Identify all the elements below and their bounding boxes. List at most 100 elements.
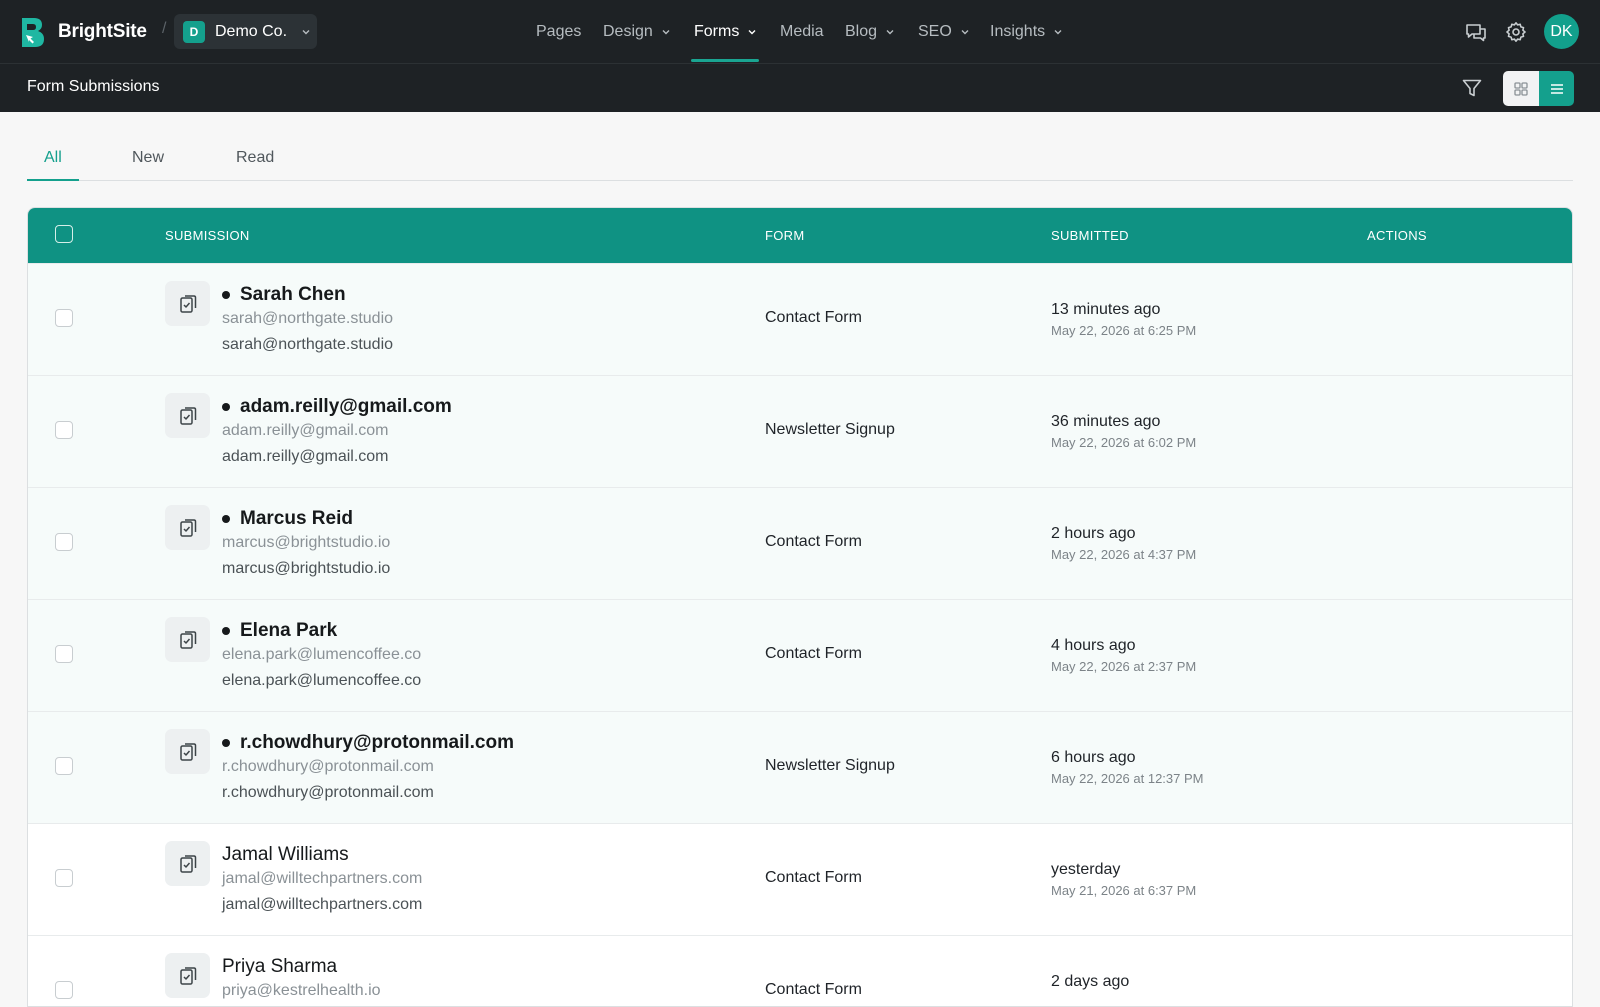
brand[interactable]: BrightSite: [20, 14, 147, 50]
form-submission-icon: [165, 729, 210, 774]
select-all-checkbox[interactable]: [55, 225, 73, 243]
row-checkbox[interactable]: [55, 869, 73, 887]
nav-item-label: Design: [603, 23, 653, 40]
chat-icon[interactable]: [1464, 20, 1488, 44]
form-submission-icon: [165, 617, 210, 662]
table-row[interactable]: Sarah Chen sarah@northgate.studio sarah@…: [28, 263, 1572, 375]
submitter-email-field: sarah@northgate.studio: [222, 336, 394, 353]
nav-item-label: Insights: [990, 23, 1046, 40]
nav-item-blog[interactable]: Blog: [845, 0, 895, 64]
grid-view-button[interactable]: [1503, 71, 1539, 106]
row-checkbox[interactable]: [55, 645, 73, 663]
submitted-date: May 22, 2026 at 12:37 PM: [1051, 771, 1204, 786]
row-checkbox[interactable]: [55, 309, 73, 327]
submitter-name: Priya Sharma: [222, 956, 338, 977]
table-row[interactable]: Marcus Reid marcus@brightstudio.io marcu…: [28, 487, 1572, 599]
table-row[interactable]: Priya Sharma priya@kestrelhealth.io Cont…: [28, 935, 1572, 1006]
submissions-table: SUBMISSION FORM SUBMITTED ACTIONS Sarah …: [27, 207, 1573, 1007]
form-submission-icon: [165, 953, 210, 998]
submitter-email-field: r.chowdhury@protonmail.com: [222, 784, 434, 801]
grid-icon: [1514, 81, 1528, 96]
form-submission-icon: [165, 281, 210, 326]
view-toggle: [1503, 71, 1574, 106]
top-navigation-bar: BrightSite / D Demo Co. Pages Design For…: [0, 0, 1600, 64]
table-row[interactable]: r.chowdhury@protonmail.com r.chowdhury@p…: [28, 711, 1572, 823]
chevron-down-icon: [1054, 30, 1062, 35]
submitted-relative-time: 6 hours ago: [1051, 749, 1136, 766]
submitted-relative-time: 4 hours ago: [1051, 637, 1136, 654]
gear-icon[interactable]: [1504, 20, 1528, 44]
chevron-down-icon: [748, 30, 756, 35]
workspace-badge: D: [183, 20, 205, 43]
tab-new[interactable]: New: [132, 149, 164, 167]
unread-indicator: [222, 739, 230, 747]
submitter-email: priya@kestrelhealth.io: [222, 982, 381, 999]
nav-item-insights[interactable]: Insights: [990, 0, 1063, 64]
nav-item-label: SEO: [918, 23, 952, 40]
row-checkbox[interactable]: [55, 757, 73, 775]
nav-item-pages[interactable]: Pages: [536, 0, 581, 64]
page-header: Form Submissions: [0, 64, 1600, 112]
nav-item-media[interactable]: Media: [780, 0, 824, 64]
form-name: Contact Form: [765, 645, 862, 662]
chevron-down-icon: [961, 30, 969, 35]
row-checkbox[interactable]: [55, 981, 73, 999]
submitted-relative-time: 36 minutes ago: [1051, 413, 1161, 430]
table-header: SUBMISSION FORM SUBMITTED ACTIONS: [28, 208, 1572, 263]
submitted-relative-time: yesterday: [1051, 861, 1121, 878]
submitter-email-field: adam.reilly@gmail.com: [222, 448, 389, 465]
submitter-email: adam.reilly@gmail.com: [222, 422, 389, 439]
submitted-date: May 21, 2026 at 6:37 PM: [1051, 883, 1197, 898]
form-name: Newsletter Signup: [765, 421, 895, 438]
list-view-button[interactable]: [1539, 71, 1574, 106]
form-submission-icon: [165, 505, 210, 550]
nav-item-forms[interactable]: Forms: [694, 0, 757, 64]
column-header-submission: SUBMISSION: [165, 228, 250, 243]
submitter-email: sarah@northgate.studio: [222, 310, 394, 327]
tab-read[interactable]: Read: [236, 149, 274, 167]
submitter-name: adam.reilly@gmail.com: [240, 396, 452, 417]
nav-item-label: Forms: [694, 23, 740, 40]
nav-item-label: Pages: [536, 23, 582, 40]
submitter-email-field: jamal@willtechpartners.com: [222, 896, 423, 913]
submitter-email: r.chowdhury@protonmail.com: [222, 758, 434, 775]
submitter-name: Jamal Williams: [222, 844, 349, 865]
submitter-name: Sarah Chen: [240, 284, 346, 305]
chevron-down-icon: [662, 30, 670, 35]
row-checkbox[interactable]: [55, 533, 73, 551]
chevron-down-icon: [886, 30, 894, 35]
table-row[interactable]: Elena Park elena.park@lumencoffee.co ele…: [28, 599, 1572, 711]
unread-indicator: [222, 515, 230, 523]
form-name: Contact Form: [765, 981, 862, 998]
row-checkbox[interactable]: [55, 421, 73, 439]
unread-indicator: [222, 403, 230, 411]
form-name: Contact Form: [765, 309, 862, 326]
submitter-email: marcus@brightstudio.io: [222, 534, 391, 551]
submitter-email: jamal@willtechpartners.com: [222, 870, 423, 887]
nav-item-design[interactable]: Design: [603, 0, 671, 64]
nav-item-label: Media: [780, 23, 824, 40]
submitted-date: May 22, 2026 at 4:37 PM: [1051, 547, 1197, 562]
submitted-relative-time: 2 hours ago: [1051, 525, 1136, 542]
nav-item-seo[interactable]: SEO: [918, 0, 970, 64]
page-title: Form Submissions: [27, 78, 160, 95]
column-header-form: FORM: [765, 228, 805, 243]
user-avatar[interactable]: DK: [1544, 14, 1579, 49]
filter-icon[interactable]: [1460, 76, 1484, 100]
list-icon: [1550, 83, 1563, 94]
active-tab-indicator: [27, 179, 79, 181]
submitter-name: Marcus Reid: [240, 508, 353, 529]
workspace-switcher[interactable]: D Demo Co.: [174, 14, 317, 49]
active-nav-indicator: [691, 59, 759, 62]
table-row[interactable]: Jamal Williams jamal@willtechpartners.co…: [28, 823, 1572, 935]
submitter-email-field: marcus@brightstudio.io: [222, 560, 391, 577]
column-header-actions: ACTIONS: [1367, 228, 1427, 243]
table-row[interactable]: adam.reilly@gmail.com adam.reilly@gmail.…: [28, 375, 1572, 487]
submitted-date: May 22, 2026 at 6:02 PM: [1051, 435, 1197, 450]
breadcrumb-separator: /: [162, 20, 167, 37]
form-name: Contact Form: [765, 869, 862, 886]
submitter-name: Elena Park: [240, 620, 338, 641]
tab-all[interactable]: All: [44, 149, 62, 167]
nav-item-label: Blog: [845, 23, 878, 40]
submitted-date: May 22, 2026 at 2:37 PM: [1051, 659, 1197, 674]
